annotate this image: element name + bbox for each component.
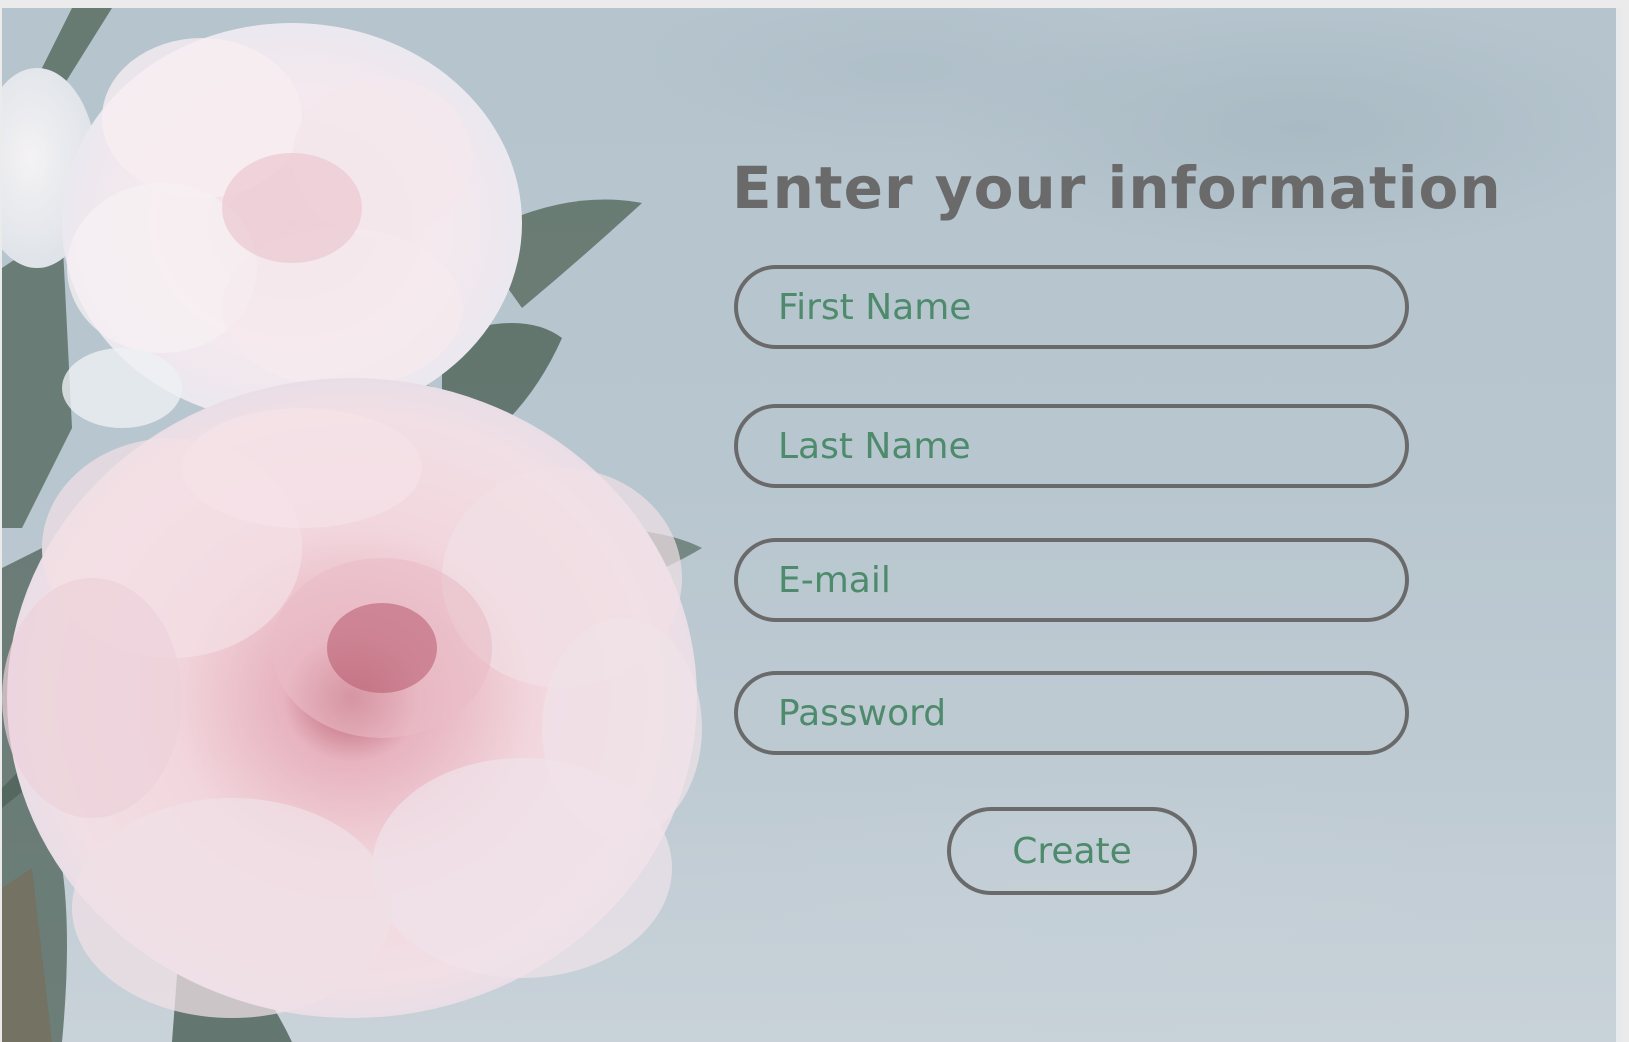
email-input[interactable] bbox=[738, 542, 1405, 618]
last-name-input[interactable] bbox=[738, 408, 1405, 484]
email-field[interactable] bbox=[734, 538, 1409, 622]
create-button[interactable]: Create bbox=[947, 807, 1197, 895]
first-name-field[interactable] bbox=[734, 265, 1409, 349]
password-input[interactable] bbox=[738, 675, 1405, 751]
first-name-input[interactable] bbox=[738, 269, 1405, 345]
password-field[interactable] bbox=[734, 671, 1409, 755]
signup-card: Enter your information Create bbox=[2, 8, 1622, 1042]
peony-flowers-image bbox=[2, 8, 702, 1042]
right-edge-strip bbox=[1616, 8, 1622, 1042]
last-name-field[interactable] bbox=[734, 404, 1409, 488]
form-title: Enter your information bbox=[732, 154, 1502, 222]
